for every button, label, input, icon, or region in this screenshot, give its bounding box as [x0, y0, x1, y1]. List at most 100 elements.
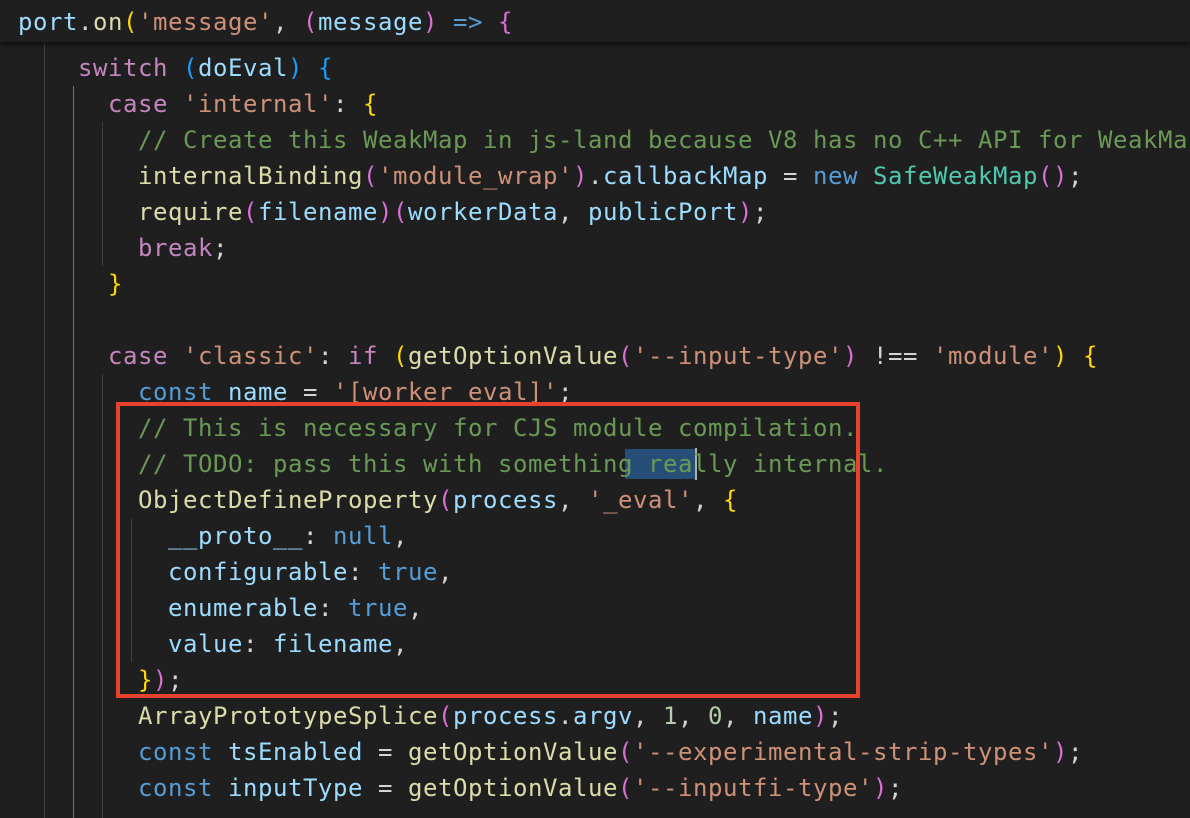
code-token-function-name: on — [93, 8, 123, 36]
code-token-bracket: ) — [1052, 738, 1068, 766]
code-token-punctuation — [18, 738, 138, 766]
code-token-keyword: case — [108, 90, 168, 118]
code-token-keyword: switch — [78, 54, 168, 82]
code-token-punctuation: ; — [1067, 738, 1083, 766]
sticky-code-line: port.on('message', (message) => { — [18, 4, 513, 40]
code-token-punctuation: , — [722, 702, 753, 730]
code-token-punctuation: . — [588, 162, 603, 190]
code-token-variable: message — [318, 8, 423, 36]
code-token-bracket: } — [108, 270, 123, 298]
code-token-bracket: ) — [738, 198, 753, 226]
code-token-bracket: () — [1038, 162, 1068, 190]
code-token-punctuation — [303, 54, 318, 82]
sticky-scroll-header[interactable]: port.on('message', (message) => { — [0, 0, 1190, 42]
code-line: ArrayPrototypeSplice(process.argv, 1, 0,… — [18, 698, 843, 734]
code-token-number: 1 — [662, 702, 678, 730]
code-token-punctuation — [378, 342, 393, 370]
code-token-string: 'message' — [138, 8, 273, 36]
code-token-string: '--input-type' — [633, 342, 843, 370]
code-token-keyword: => — [453, 8, 483, 36]
code-token-string: 'module_wrap' — [378, 162, 573, 190]
code-token-punctuation — [18, 54, 78, 82]
code-token-bracket: ( — [123, 8, 138, 36]
code-token-punctuation: = — [768, 162, 813, 190]
code-token-variable: inputType — [228, 774, 363, 802]
code-token-string: '--inputfi-type' — [633, 774, 873, 802]
code-token-keyword: const — [138, 738, 213, 766]
code-token-bracket: { — [363, 90, 378, 118]
code-token-bracket: ) — [843, 342, 858, 370]
code-token-bracket: ( — [393, 342, 408, 370]
code-token-function-name: getOptionValue — [408, 738, 618, 766]
code-token-bracket: ( — [303, 8, 318, 36]
code-token-punctuation — [18, 342, 108, 370]
code-token-keyword: case — [108, 342, 168, 370]
code-token-string: 'module' — [933, 342, 1053, 370]
code-token-punctuation: , — [632, 702, 663, 730]
code-token-keyword: new — [813, 162, 858, 190]
code-token-bracket: ( — [618, 342, 633, 370]
code-token-punctuation: !== — [858, 342, 933, 370]
code-token-bracket: ) — [812, 702, 828, 730]
code-token-variable: process — [452, 702, 558, 730]
code-token-bracket: ( — [618, 774, 633, 802]
code-token-punctuation: ; — [1068, 162, 1083, 190]
code-token-punctuation — [858, 162, 873, 190]
code-token-punctuation — [18, 198, 138, 226]
code-token-punctuation: , — [558, 198, 588, 226]
code-token-punctuation — [438, 8, 453, 36]
code-token-bracket: { — [1083, 342, 1098, 370]
code-token-function-name: internalBinding — [138, 162, 363, 190]
code-token-punctuation — [18, 702, 138, 730]
code-token-punctuation — [213, 774, 228, 802]
code-token-bracket: ( — [243, 198, 258, 226]
code-token-bracket: ) — [1053, 342, 1068, 370]
code-token-punctuation: : — [333, 90, 363, 118]
code-editor[interactable]: port.on('message', (message) => { switch… — [0, 0, 1190, 818]
code-line: switch (doEval) { — [18, 50, 333, 86]
code-token-punctuation — [168, 54, 183, 82]
code-token-punctuation — [168, 90, 183, 118]
code-token-variable: doEval — [198, 54, 288, 82]
code-token-punctuation — [1068, 342, 1083, 370]
code-token-string: 'internal' — [183, 90, 333, 118]
code-token-variable: callbackMap — [603, 162, 768, 190]
code-token-punctuation — [18, 234, 138, 262]
code-line: require(filename)(workerData, publicPort… — [18, 194, 768, 230]
code-token-punctuation: = — [363, 738, 408, 766]
code-token-variable: name — [752, 702, 813, 730]
code-token-punctuation: = — [363, 774, 408, 802]
code-token-number: 0 — [707, 702, 723, 730]
highlight-box — [116, 402, 860, 698]
code-token-bracket: ( — [363, 162, 378, 190]
code-token-punctuation: ; — [213, 234, 228, 262]
code-token-punctuation — [18, 270, 108, 298]
code-token-variable: argv — [572, 702, 633, 730]
code-line: break; — [18, 230, 228, 266]
code-token-bracket: ( — [393, 198, 408, 226]
code-token-keyword: if — [348, 342, 378, 370]
code-line: // Create this WeakMap in js-land becaus… — [18, 122, 1190, 158]
code-token-punctuation: , — [677, 702, 708, 730]
code-line: const tsEnabled = getOptionValue('--expe… — [18, 734, 1083, 770]
code-token-punctuation: . — [78, 8, 93, 36]
code-token-variable: workerData — [408, 198, 558, 226]
code-token-keyword: const — [138, 774, 213, 802]
code-token-variable: tsEnabled — [228, 738, 363, 766]
code-token-punctuation: , — [273, 8, 303, 36]
code-token-function-name: getOptionValue — [408, 774, 618, 802]
code-token-string: '--experimental-strip-types' — [633, 738, 1053, 766]
code-token-bracket: { — [318, 54, 333, 82]
code-token-punctuation — [18, 90, 108, 118]
code-token-function-name: getOptionValue — [408, 342, 618, 370]
code-token-bracket: ) — [573, 162, 588, 190]
code-token-bracket: ) — [873, 774, 888, 802]
code-token-class-name: SafeWeakMap — [873, 162, 1038, 190]
code-token-punctuation: . — [557, 702, 573, 730]
code-token-function-name: require — [138, 198, 243, 226]
code-line: } — [18, 266, 123, 302]
code-token-punctuation — [213, 738, 228, 766]
code-token-punctuation — [18, 774, 138, 802]
code-line: case 'internal': { — [18, 86, 378, 122]
code-token-variable: port — [18, 8, 78, 36]
